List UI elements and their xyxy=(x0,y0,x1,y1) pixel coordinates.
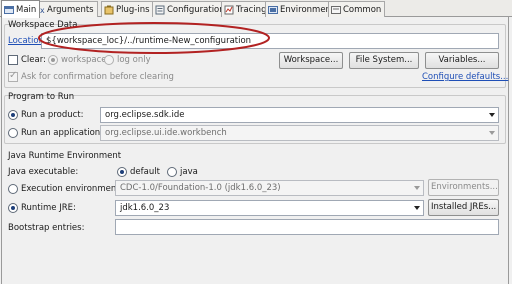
bootstrap-entries-field[interactable] xyxy=(115,219,499,235)
tab-label: Plug-ins xyxy=(116,4,150,15)
tab-label: Common xyxy=(343,4,382,15)
chevron-down-icon xyxy=(489,131,495,135)
clear-logonly-radio[interactable] xyxy=(104,55,114,65)
ask-confirmation-label: Ask for confirmation before clearing xyxy=(21,72,174,82)
configure-defaults-link[interactable]: Configure defaults... xyxy=(422,71,508,83)
tab-arguments[interactable]: (x) Arguments xyxy=(32,1,98,17)
tab-label: Tracing xyxy=(236,4,267,15)
runtime-jre-dropdown[interactable]: jdk1.6.0_23 xyxy=(115,200,424,216)
common-icon xyxy=(331,5,341,15)
program-to-run-title: Program to Run xyxy=(8,92,75,102)
chevron-down-icon xyxy=(414,186,420,190)
tab-label: Configuration xyxy=(167,4,225,15)
execution-environment-radio[interactable] xyxy=(8,184,18,194)
run-product-label: Run a product: xyxy=(21,110,84,120)
runtime-jre-value: jdk1.6.0_23 xyxy=(120,203,170,213)
tab-bar: Main (x) Arguments Plug-ins Configuratio… xyxy=(0,0,512,18)
environment-icon xyxy=(268,5,278,15)
workspace-button[interactable]: Workspace... xyxy=(279,52,343,69)
clear-logonly-label: log only xyxy=(117,55,151,65)
clear-label: Clear: xyxy=(21,55,46,65)
bootstrap-entries-label: Bootstrap entries: xyxy=(8,223,85,233)
java-label: java xyxy=(180,167,198,177)
plugins-icon xyxy=(104,5,114,15)
java-radio[interactable] xyxy=(167,167,177,177)
tab-tracing[interactable]: Tracing xyxy=(221,1,271,17)
tracing-icon xyxy=(224,5,234,15)
run-product-dropdown[interactable]: org.eclipse.sdk.ide xyxy=(100,107,499,123)
runtime-jre-radio[interactable] xyxy=(8,203,18,213)
run-product-radio[interactable] xyxy=(8,110,18,120)
run-application-radio[interactable] xyxy=(8,128,18,138)
chevron-down-icon xyxy=(489,113,495,117)
tab-main[interactable]: Main xyxy=(1,0,41,18)
execution-environment-label: Execution environment: xyxy=(21,184,123,194)
clear-checkbox[interactable] xyxy=(8,55,18,65)
java-default-label: default xyxy=(130,167,160,177)
run-application-dropdown[interactable]: org.eclipse.ui.ide.workbench xyxy=(100,125,499,141)
tab-label: Main xyxy=(16,4,37,15)
tab-common[interactable]: Common xyxy=(328,1,386,17)
execution-environment-value: CDC-1.0/Foundation-1.0 (jdk1.6.0_23) xyxy=(120,183,281,193)
installed-jres-button[interactable]: Installed JREs... xyxy=(428,199,499,216)
tab-label: Environment xyxy=(280,4,335,15)
java-runtime-environment-title: Java Runtime Environment xyxy=(8,151,122,161)
clear-workspace-radio[interactable] xyxy=(48,55,58,65)
tab-plugins[interactable]: Plug-ins xyxy=(101,1,154,17)
ask-confirmation-checkbox[interactable] xyxy=(8,70,18,82)
clear-workspace-label: workspace xyxy=(61,55,107,65)
java-default-radio[interactable] xyxy=(117,167,127,177)
java-executable-label: Java executable: xyxy=(8,167,79,177)
tab-label: Arguments xyxy=(47,4,94,15)
run-application-label: Run an application: xyxy=(21,128,104,138)
execution-environment-dropdown[interactable]: CDC-1.0/Foundation-1.0 (jdk1.6.0_23) xyxy=(115,180,424,196)
main-icon xyxy=(4,5,14,15)
file-system-button[interactable]: File System... xyxy=(349,52,419,69)
configuration-icon xyxy=(155,5,165,15)
run-product-value: org.eclipse.sdk.ide xyxy=(105,110,185,120)
location-highlight-ellipse xyxy=(38,22,270,54)
runtime-jre-label: Runtime JRE: xyxy=(21,203,76,213)
environments-button[interactable]: Environments... xyxy=(428,179,499,196)
tab-configuration[interactable]: Configuration xyxy=(152,1,229,17)
chevron-down-icon xyxy=(414,206,420,210)
variables-button[interactable]: Variables... xyxy=(425,52,499,69)
run-application-value: org.eclipse.ui.ide.workbench xyxy=(105,128,227,138)
